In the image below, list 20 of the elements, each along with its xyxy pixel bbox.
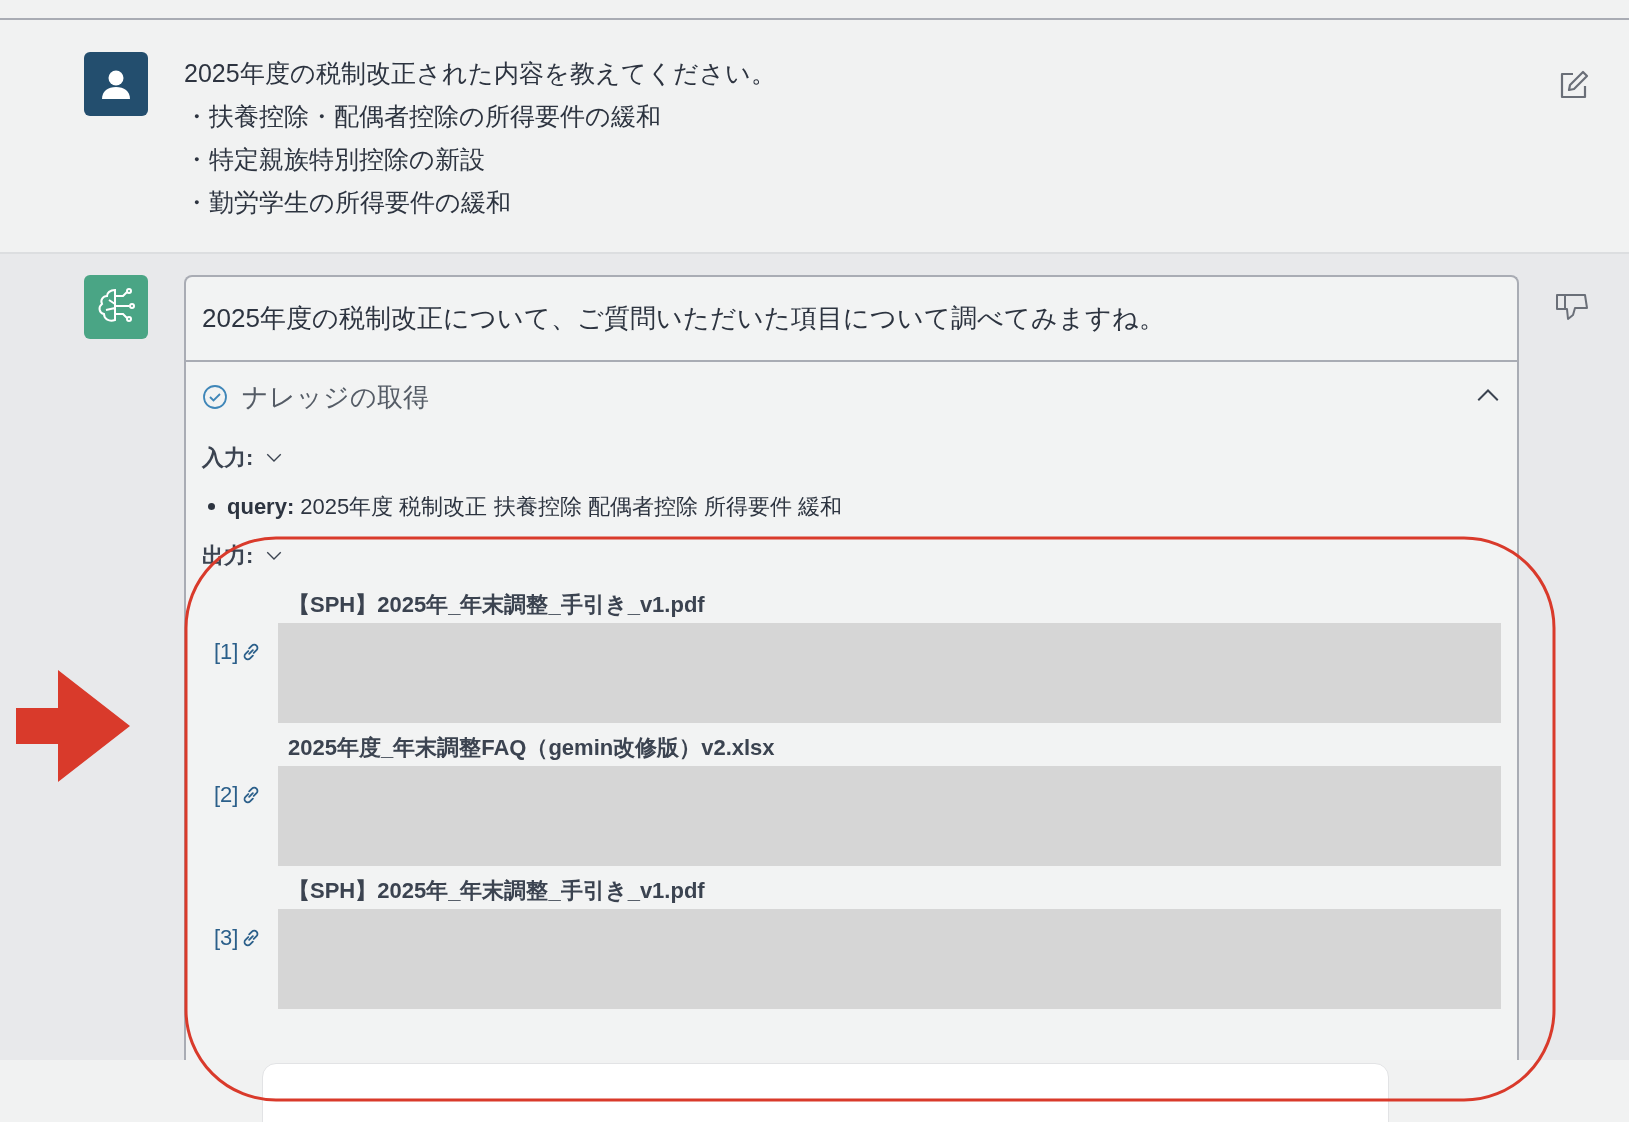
reference-link[interactable]: [3] [214, 921, 239, 954]
document-title: 【SPH】2025年_年末調整_手引き_v1.pdf [287, 591, 706, 619]
message-input-field[interactable] [262, 1063, 1389, 1122]
document-title: 2025年度_年末調整FAQ（gemin改修版）v2.xlsx [287, 734, 776, 762]
user-avatar [84, 52, 148, 116]
message-line: ・勤労学生の所得要件の緩和 [184, 187, 512, 218]
input-label: 入力: [202, 443, 254, 472]
query-text: query: 2025年度 税制改正 扶養控除 配偶者控除 所得要件 緩和 [227, 492, 842, 521]
assistant-avatar [84, 275, 148, 339]
reference-link[interactable]: [2] [214, 778, 239, 811]
document-title: 【SPH】2025年_年末調整_手引き_v1.pdf [287, 877, 706, 905]
message-line: 2025年度の税制改正された内容を教えてください。 [184, 58, 777, 89]
edit-icon[interactable] [1559, 70, 1589, 100]
assistant-message: 2025年度の税制改正について、ご質問いただいた項目について調べてみますね。 [186, 277, 1517, 362]
message-line: ・特定親族特別控除の新設 [184, 144, 486, 175]
tool-call-title: ナレッジの取得 [242, 380, 430, 414]
message-line: ・扶養控除・配偶者控除の所得要件の緩和 [184, 101, 662, 132]
reference-link[interactable]: [1] [214, 635, 239, 668]
thumbs-down-icon[interactable] [1555, 293, 1589, 323]
bullet-icon [208, 502, 215, 510]
